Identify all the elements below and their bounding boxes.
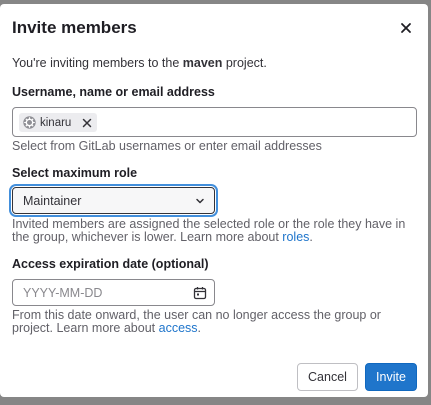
role-select-value: Maintainer [23,193,82,208]
member-token: kinaru [19,113,98,132]
members-field-help: Select from GitLab usernames or enter em… [12,139,322,153]
close-button[interactable] [396,18,416,38]
avatar-icon [23,116,36,129]
cancel-button[interactable]: Cancel [297,363,358,391]
remove-token-icon[interactable] [81,117,93,129]
close-icon [401,23,411,33]
project-name: maven [182,56,223,70]
role-help-suffix: . [309,230,313,244]
expiration-date-picker[interactable] [12,279,215,306]
calendar-icon[interactable] [193,286,207,300]
role-field-label: Select maximum role [12,166,138,180]
members-token-input[interactable]: kinaru [12,107,417,137]
role-field-help: Invited members are assigned the selecte… [12,218,412,244]
modal-title: Invite members [12,18,137,37]
member-token-label: kinaru [40,116,72,129]
expiration-field-help: From this date onward, the user can no l… [12,309,417,335]
intro-suffix: project. [222,56,267,70]
expiration-help-suffix: . [197,321,202,335]
roles-link[interactable]: roles [282,230,309,244]
expiration-date-input[interactable] [23,285,183,301]
modal-intro: You're inviting members to the maven pro… [12,56,267,70]
access-link[interactable]: access [159,321,198,335]
role-help-text: Invited members are assigned the selecte… [12,217,406,244]
members-field-label: Username, name or email address [12,85,215,99]
invite-members-modal: Invite members You're inviting members t… [0,4,428,397]
role-select[interactable]: Maintainer [12,187,215,214]
invite-button[interactable]: Invite [365,363,417,391]
intro-prefix: You're inviting members to the [12,56,183,70]
chevron-down-icon [196,198,204,204]
expiration-field-label: Access expiration date (optional) [12,257,209,271]
